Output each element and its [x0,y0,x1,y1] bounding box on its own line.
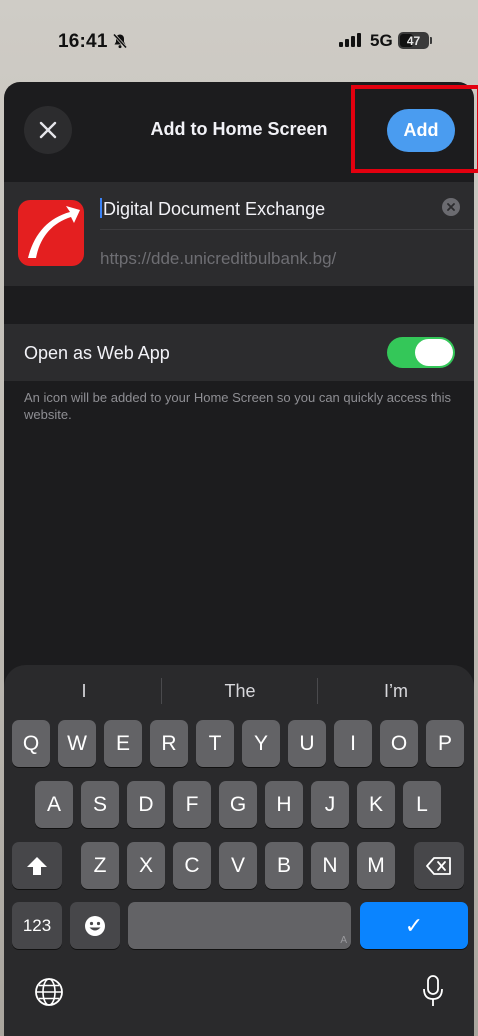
backspace-icon [426,856,451,875]
add-button-highlight [351,85,478,173]
key[interactable]: S [81,781,119,828]
key[interactable]: F [173,781,211,828]
web-app-toggle[interactable] [387,337,455,368]
bookmark-card: Digital Document Exchange https://dde.un… [4,182,474,286]
status-bar: 16:41 5G 47 [0,0,478,74]
emoji-icon [85,915,105,936]
delete-key[interactable] [414,842,464,889]
key[interactable]: D [127,781,165,828]
battery-icon: 47 [398,32,432,49]
numbers-key[interactable]: 123 [12,902,62,949]
status-time: 16:41 [58,31,108,52]
space-key[interactable]: A [128,902,351,949]
key[interactable]: Y [242,720,280,767]
key[interactable]: L [403,781,441,828]
key[interactable]: H [265,781,303,828]
name-input-value: Digital Document Exchange [103,199,326,219]
key[interactable]: M [357,842,395,889]
key[interactable]: R [150,720,188,767]
key[interactable]: Q [12,720,50,767]
bookmark-url: https://dde.unicreditbulbank.bg/ [100,249,337,268]
network-type: 5G [370,31,393,50]
key[interactable]: C [173,842,211,889]
emoji-key[interactable] [70,902,120,949]
globe-icon[interactable] [34,977,64,1007]
suggestion-item[interactable]: I’m [318,681,474,702]
open-as-web-app-row: Open as Web App [4,324,474,381]
battery-level: 47 [406,33,421,48]
cellular-signal-icon [339,33,361,47]
key[interactable]: X [127,842,165,889]
shift-key[interactable] [12,842,62,889]
key[interactable]: P [426,720,464,767]
shift-icon [27,856,47,875]
key[interactable]: U [288,720,326,767]
name-input[interactable]: Digital Document Exchange [100,182,474,230]
key[interactable]: W [58,720,96,767]
key[interactable]: N [311,842,349,889]
key[interactable]: Z [81,842,119,889]
suggestion-bar: I The I’m [4,665,474,717]
key[interactable]: A [35,781,73,828]
key[interactable]: I [334,720,372,767]
suggestion-item[interactable]: I [6,681,162,702]
web-app-hint: An icon will be added to your Home Scree… [24,390,452,422]
return-key[interactable]: ✓ [360,902,468,949]
suggestion-item[interactable]: The [162,681,318,702]
key[interactable]: K [357,781,395,828]
key[interactable]: O [380,720,418,767]
keyboard: I The I’m Q W E R T Y U I O P A S D F G … [4,665,474,1036]
key[interactable]: B [265,842,303,889]
key[interactable]: E [104,720,142,767]
space-key-mark: A [340,935,347,946]
key[interactable]: V [219,842,257,889]
key[interactable]: G [219,781,257,828]
silent-bell-icon [112,33,128,49]
key[interactable]: J [311,781,349,828]
unicredit-logo-icon [18,200,84,266]
web-app-label: Open as Web App [24,343,170,363]
clear-text-icon[interactable] [442,198,460,216]
microphone-icon[interactable] [422,975,444,1007]
key[interactable]: T [196,720,234,767]
text-caret [100,198,102,218]
